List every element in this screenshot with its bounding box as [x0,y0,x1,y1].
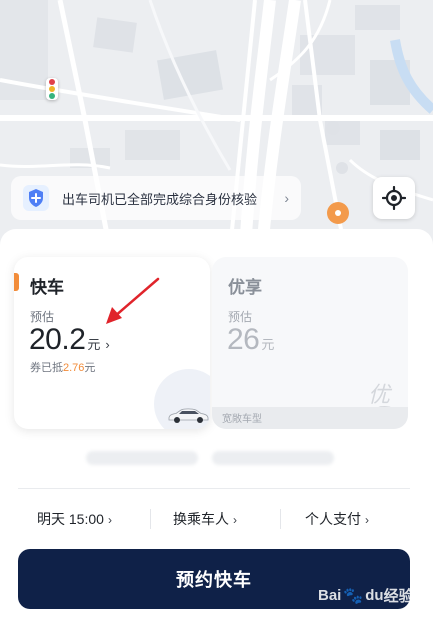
identity-verified-notice[interactable]: 出车司机已全部完成综合身份核验 › [11,176,301,220]
option-label: 个人支付 [305,511,361,527]
blurred-info [212,451,334,465]
coupon-unit: 元 [84,362,96,374]
chevron-right-icon: › [107,513,112,527]
coupon-prefix: 券已抵 [30,362,63,374]
annotation-arrow [106,277,160,324]
divider [18,488,410,489]
car-icon [168,408,209,423]
watermark-brand-2: du [365,587,384,604]
chevron-right-icon: › [284,190,289,206]
watermark-brand: Bai [318,587,342,604]
traffic-light-icon [46,78,58,100]
coupon-deduction: 券已抵2.76元 [30,359,95,375]
baidu-jingyan-watermark: Bai 🐾 du 经验 [318,585,414,606]
paw-icon: 🐾 [343,587,364,605]
blurred-info [86,451,198,465]
option-separator [280,509,281,529]
notice-text: 出车司机已全部完成综合身份核验 [62,191,258,207]
locate-icon [382,186,406,210]
option-label: 明天 15:00 [37,511,104,527]
chevron-right-icon: › [365,513,369,527]
chevron-right-icon: › [233,513,237,527]
locate-button[interactable] [373,177,415,219]
payment-option[interactable]: 个人支付 › [305,509,369,529]
booking-options: 明天 15:00 › 换乘车人 › 个人支付 › [0,509,433,531]
departure-time-option[interactable]: 明天 15:00 › [37,509,112,529]
shield-plus-icon [23,185,49,211]
model-label: 宽敞车型 [222,414,262,425]
coupon-amount: 2.76 [63,362,85,374]
map-pin-icon [327,202,349,224]
option-separator [150,509,151,529]
booking-sheet: 快车 预估 20.2 元 › 券已抵2.76元 优享 预估 26 元 优 宽敞车… [0,229,433,631]
change-passenger-option[interactable]: 换乘车人 › [173,509,237,529]
option-label: 换乘车人 [173,511,229,527]
watermark-suffix: 经验 [383,588,414,605]
